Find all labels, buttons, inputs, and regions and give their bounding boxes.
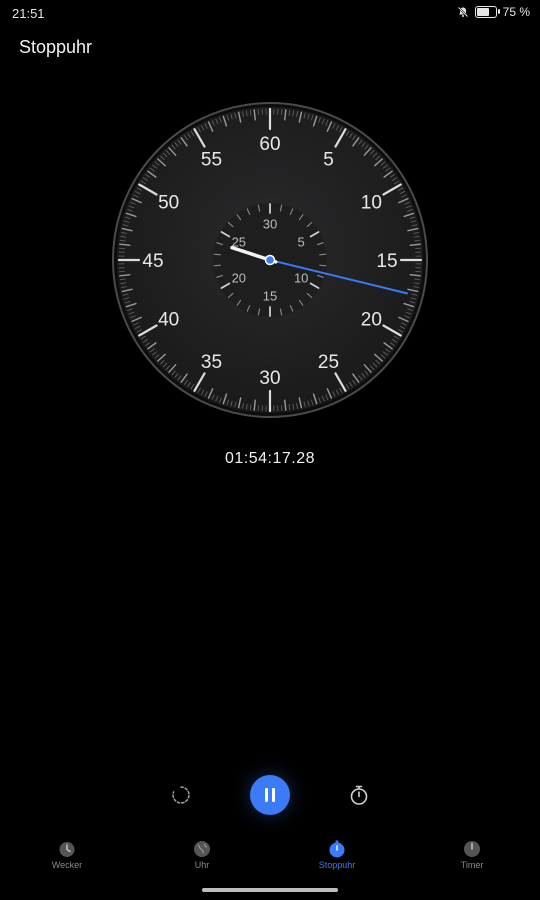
dial-label: 5 (323, 150, 334, 171)
status-icons: 75 % (457, 5, 530, 19)
stopwatch-dial: 60 5 10 15 20 25 30 35 40 45 50 55 30 5 10 15 20 25 (110, 100, 430, 420)
lap-reset-button[interactable] (168, 782, 194, 808)
dial-label: 55 (201, 150, 222, 171)
battery-icon (474, 6, 500, 18)
dial-label: 35 (201, 352, 222, 373)
dial-label: 25 (318, 352, 339, 373)
subdial-label: 15 (263, 289, 277, 304)
dial-label: 40 (158, 309, 179, 330)
stopwatch-face: 60510152025303540455055 30510152025 (112, 102, 428, 418)
lap-reset-icon (172, 786, 190, 804)
bottom-nav: Wecker Uhr Stoppuhr Timer (0, 836, 540, 876)
dial-label: 30 (259, 368, 280, 389)
nav-label-stoppuhr: Stoppuhr (318, 860, 356, 870)
nav-item-wecker[interactable]: Wecker (27, 836, 107, 870)
subdial-tick (213, 253, 221, 256)
dial-label: 50 (158, 192, 179, 213)
stopwatch-icon (350, 785, 368, 805)
nav-item-timer[interactable]: Timer (432, 836, 512, 870)
status-bar: 21:51 75 % (0, 0, 540, 28)
lap-timer-button[interactable] (346, 782, 372, 808)
controls (0, 774, 540, 816)
subdial-label: 10 (294, 271, 308, 286)
globe-icon (194, 841, 210, 857)
nav-item-uhr[interactable]: Uhr (162, 836, 242, 870)
page-title: Stoppuhr (19, 37, 93, 57)
home-indicator[interactable] (202, 888, 338, 892)
stopwatch-icon (329, 840, 345, 858)
subdial-label: 5 (298, 235, 305, 250)
status-time: 21:51 (12, 6, 45, 21)
dial-label: 15 (376, 251, 397, 272)
dial-label: 10 (361, 192, 382, 213)
battery-fill (476, 8, 490, 16)
dial-label: 45 (142, 251, 163, 272)
dial-label: 60 (259, 134, 280, 155)
timer-icon (464, 841, 480, 857)
battery-label: 75 % (502, 5, 530, 19)
subdial-tick (213, 264, 221, 267)
alarm-clock-icon (59, 842, 75, 857)
hand-hub (264, 254, 276, 266)
subdial-tick (319, 253, 327, 256)
dial-label: 20 (361, 309, 382, 330)
nav-label-timer: Timer (460, 860, 484, 870)
nav-label-uhr: Uhr (194, 860, 210, 870)
subdial-tick (319, 264, 327, 267)
nav-item-stoppuhr[interactable]: Stoppuhr (297, 836, 377, 870)
pause-icon (265, 788, 275, 802)
pause-button[interactable] (250, 775, 290, 815)
elapsed-time: 01:54:17.28 (224, 450, 316, 467)
nav-label-wecker: Wecker (51, 860, 83, 870)
subdial-label: 20 (232, 271, 246, 286)
bell-off-icon (457, 6, 468, 18)
subdial-label: 30 (263, 217, 277, 232)
